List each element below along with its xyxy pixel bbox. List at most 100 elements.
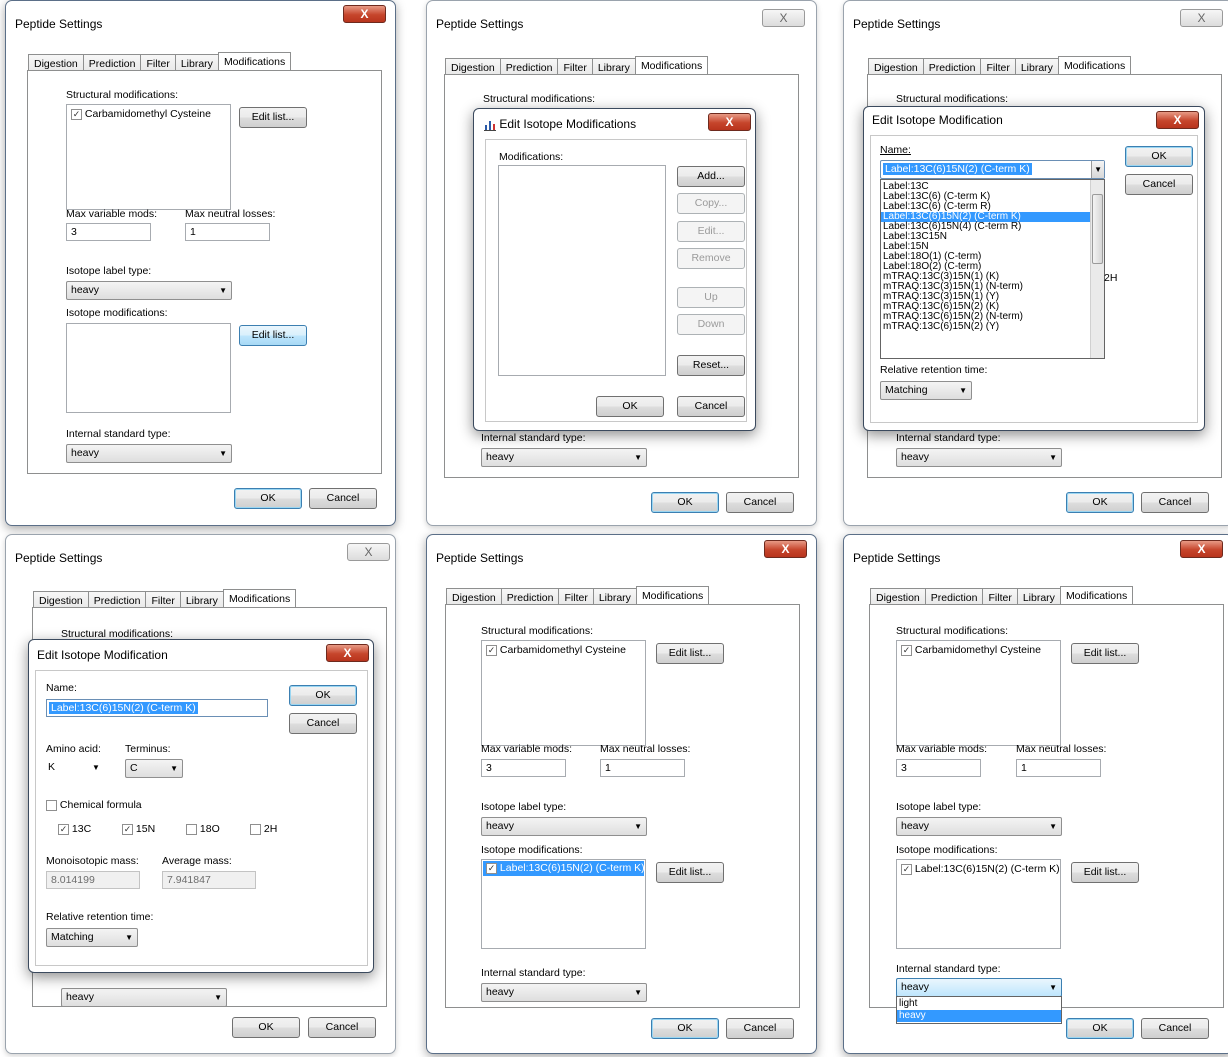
isotope-label-type-select[interactable]: heavy ▼ bbox=[481, 817, 647, 836]
edit-isotope-list-button[interactable]: Edit list... bbox=[656, 862, 724, 883]
close-icon[interactable]: X bbox=[1180, 540, 1223, 558]
internal-standard-type-select[interactable]: heavy ▼ bbox=[66, 444, 232, 463]
amino-acid-select[interactable]: K ▼ bbox=[46, 759, 106, 778]
modifications-list[interactable] bbox=[498, 165, 666, 376]
structural-modifications-list[interactable]: ✓ Carbamidomethyl Cysteine bbox=[481, 640, 646, 746]
isotope-18o-checkbox[interactable]: 18O bbox=[186, 823, 220, 836]
name-input[interactable]: Label:13C(6)15N(2) (C-term K) bbox=[46, 699, 268, 717]
reset-button[interactable]: Reset... bbox=[677, 355, 745, 376]
internal-standard-type-select[interactable]: heavy ▼ bbox=[896, 448, 1062, 467]
relative-retention-time-select[interactable]: Matching ▼ bbox=[46, 928, 138, 947]
max-variable-mods-input[interactable]: 3 bbox=[896, 759, 981, 777]
ok-button[interactable]: OK bbox=[232, 1017, 300, 1038]
add-button[interactable]: Add... bbox=[677, 166, 745, 187]
edit-structural-list-button[interactable]: Edit list... bbox=[656, 643, 724, 664]
edit-button[interactable]: Edit... bbox=[677, 221, 745, 242]
max-variable-mods-input[interactable]: 3 bbox=[481, 759, 566, 777]
up-button[interactable]: Up bbox=[677, 287, 745, 308]
checkbox[interactable]: ✓ bbox=[901, 644, 912, 656]
cancel-button[interactable]: Cancel bbox=[677, 396, 745, 417]
close-icon[interactable]: X bbox=[708, 113, 751, 131]
cancel-button[interactable]: Cancel bbox=[1141, 1018, 1209, 1039]
isotope-2h-checkbox[interactable]: 2H bbox=[250, 823, 277, 836]
dropdown-option-heavy[interactable]: heavy bbox=[897, 1010, 1061, 1022]
internal-standard-type-select[interactable]: heavy ▼ bbox=[481, 983, 647, 1002]
checkbox[interactable]: ✓ bbox=[901, 863, 912, 875]
max-variable-mods-input[interactable]: 3 bbox=[66, 223, 151, 241]
close-icon[interactable]: X bbox=[764, 540, 807, 558]
edit-isotope-list-button[interactable]: Edit list... bbox=[239, 325, 307, 346]
list-item[interactable]: ✓ Carbamidomethyl Cysteine bbox=[901, 644, 1041, 657]
checkbox[interactable] bbox=[46, 799, 57, 811]
cancel-button[interactable]: Cancel bbox=[309, 488, 377, 509]
isotope-modifications-list[interactable]: ✓ Label:13C(6)15N(2) (C-term K) bbox=[896, 859, 1061, 949]
list-item[interactable]: ✓ Label:13C(6)15N(2) (C-term K) bbox=[901, 863, 1060, 876]
internal-standard-dropdown[interactable]: light heavy bbox=[896, 996, 1062, 1024]
ok-button[interactable]: OK bbox=[1066, 1018, 1134, 1039]
close-icon[interactable]: X bbox=[343, 5, 386, 23]
close-icon[interactable]: X bbox=[762, 9, 805, 27]
list-item[interactable]: ✓ Label:13C(6)15N(2) (C-term K) bbox=[483, 861, 645, 876]
internal-standard-type-select[interactable]: heavy ▼ bbox=[481, 448, 647, 467]
ok-button[interactable]: OK bbox=[234, 488, 302, 509]
scroll-thumb[interactable] bbox=[1092, 194, 1103, 264]
cancel-button[interactable]: Cancel bbox=[726, 492, 794, 513]
isotope-13c-checkbox[interactable]: ✓ 13C bbox=[58, 823, 91, 836]
ok-button[interactable]: OK bbox=[651, 1018, 719, 1039]
structural-modifications-list[interactable]: ✓ Carbamidomethyl Cysteine bbox=[896, 640, 1061, 746]
name-dropdown-list[interactable]: Label:13C Label:13C(6) (C-term K) Label:… bbox=[880, 179, 1105, 359]
checkbox[interactable]: ✓ bbox=[486, 644, 497, 656]
checkbox[interactable] bbox=[250, 823, 261, 835]
ok-button[interactable]: OK bbox=[596, 396, 664, 417]
ok-button[interactable]: OK bbox=[651, 492, 719, 513]
max-neutral-losses-input[interactable]: 1 bbox=[1016, 759, 1101, 777]
cancel-button[interactable]: Cancel bbox=[726, 1018, 794, 1039]
terminus-select[interactable]: C ▼ bbox=[125, 759, 183, 778]
isotope-label-type-select[interactable]: heavy ▼ bbox=[66, 281, 232, 300]
select-value: heavy bbox=[66, 991, 95, 1003]
checkbox[interactable] bbox=[186, 823, 197, 835]
checkbox[interactable]: ✓ bbox=[71, 108, 82, 120]
isotope-modifications-list[interactable] bbox=[66, 323, 231, 413]
remove-button[interactable]: Remove bbox=[677, 248, 745, 269]
down-button[interactable]: Down bbox=[677, 314, 745, 335]
max-neutral-losses-input[interactable]: 1 bbox=[185, 223, 270, 241]
dropdown-option-light[interactable]: light bbox=[897, 998, 1061, 1010]
name-select[interactable]: Label:13C(6)15N(2) (C-term K) ▼ bbox=[880, 160, 1105, 179]
close-icon[interactable]: X bbox=[1156, 111, 1199, 129]
relative-retention-time-select[interactable]: Matching ▼ bbox=[880, 381, 972, 400]
select-value: C bbox=[130, 762, 138, 774]
checkbox[interactable]: ✓ bbox=[486, 862, 497, 874]
edit-structural-list-button[interactable]: Edit list... bbox=[1071, 643, 1139, 664]
close-icon[interactable]: X bbox=[347, 543, 390, 561]
chart-icon bbox=[484, 120, 496, 131]
close-icon[interactable]: X bbox=[1180, 9, 1223, 27]
ok-button[interactable]: OK bbox=[289, 685, 357, 706]
internal-standard-type-select[interactable]: heavy ▼ bbox=[61, 988, 227, 1007]
list-item[interactable]: ✓ Carbamidomethyl Cysteine bbox=[486, 644, 626, 657]
cancel-button[interactable]: Cancel bbox=[289, 713, 357, 734]
internal-standard-type-select[interactable]: heavy ▼ bbox=[896, 978, 1062, 997]
isotope-15n-checkbox[interactable]: ✓ 15N bbox=[122, 823, 155, 836]
copy-button[interactable]: Copy... bbox=[677, 193, 745, 214]
structural-modifications-list[interactable]: ✓ Carbamidomethyl Cysteine bbox=[66, 104, 231, 210]
list-item[interactable]: mTRAQ:13C(6)15N(2) (Y) bbox=[881, 322, 1104, 332]
isotope-modifications-list[interactable]: ✓ Label:13C(6)15N(2) (C-term K) bbox=[481, 859, 646, 949]
max-neutral-losses-input[interactable]: 1 bbox=[600, 759, 685, 777]
checkbox[interactable]: ✓ bbox=[122, 823, 133, 835]
ok-button[interactable]: OK bbox=[1066, 492, 1134, 513]
scrollbar[interactable] bbox=[1090, 180, 1104, 358]
average-mass-field: 7.941847 bbox=[162, 871, 256, 889]
checkbox[interactable]: ✓ bbox=[58, 823, 69, 835]
close-icon[interactable]: X bbox=[326, 644, 369, 662]
isotope-label-type-select[interactable]: heavy ▼ bbox=[896, 817, 1062, 836]
cancel-button[interactable]: Cancel bbox=[1125, 174, 1193, 195]
edit-isotope-list-button[interactable]: Edit list... bbox=[1071, 862, 1139, 883]
edit-structural-list-button[interactable]: Edit list... bbox=[239, 107, 307, 128]
cancel-button[interactable]: Cancel bbox=[1141, 492, 1209, 513]
list-item[interactable]: ✓ Carbamidomethyl Cysteine bbox=[71, 108, 211, 121]
ok-button[interactable]: OK bbox=[1125, 146, 1193, 167]
chemical-formula-checkbox[interactable]: Chemical formula bbox=[46, 799, 142, 812]
cancel-button[interactable]: Cancel bbox=[308, 1017, 376, 1038]
checkbox-label: 2H bbox=[263, 823, 278, 835]
